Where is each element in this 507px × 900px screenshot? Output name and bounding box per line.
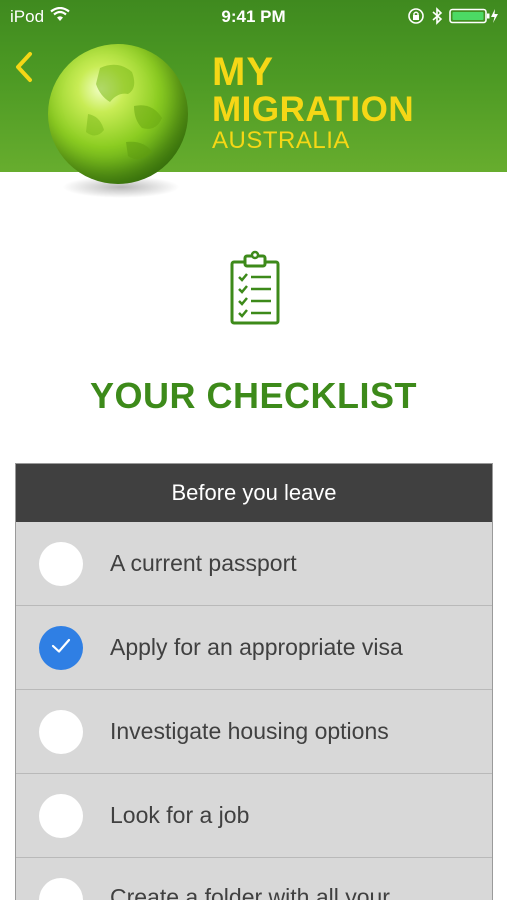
item-checkbox[interactable] [39,710,83,754]
checklist-item[interactable]: Create a folder with all your [16,858,492,900]
app-header: iPod 9:41 PM MY MIGRATION AUSTRALIA [0,0,507,198]
bluetooth-icon [431,7,443,30]
item-label: Create a folder with all your [110,884,390,900]
globe-logo [48,44,188,184]
item-label: A current passport [110,550,297,576]
item-label: Investigate housing options [110,718,389,744]
checklist-item[interactable]: Look for a job [16,774,492,858]
checklist-item[interactable]: A current passport [16,522,492,606]
status-right [407,7,499,30]
back-chevron-icon [10,52,38,90]
item-label: Look for a job [110,802,250,828]
orientation-lock-icon [407,7,425,30]
checklist-item[interactable]: Apply for an appropriate visa [16,606,492,690]
section-header: Before you leave [16,464,492,522]
checklist-card: Before you leave A current passport Appl… [15,463,493,900]
back-button[interactable] [10,50,38,86]
battery-charging-icon [449,8,499,29]
item-checkbox[interactable] [39,542,83,586]
brand-line-australia: AUSTRALIA [212,127,350,154]
brand-line-migration: MIGRATION [212,90,415,129]
page-title: YOUR CHECKLIST [89,375,417,416]
section-title: Before you leave [171,480,337,505]
clipboard-checklist-icon [229,250,281,326]
status-bar: iPod 9:41 PM [0,0,507,34]
item-checkbox[interactable] [39,878,83,900]
checkmark-icon [50,637,72,660]
brand-logo-text: MY MIGRATION AUSTRALIA [212,52,414,153]
checklist-item[interactable]: Investigate housing options [16,690,492,774]
brand-line-my: MY [212,50,274,94]
item-checkbox[interactable] [39,794,83,838]
item-checkbox[interactable] [39,626,83,670]
item-label: Apply for an appropriate visa [110,634,403,660]
